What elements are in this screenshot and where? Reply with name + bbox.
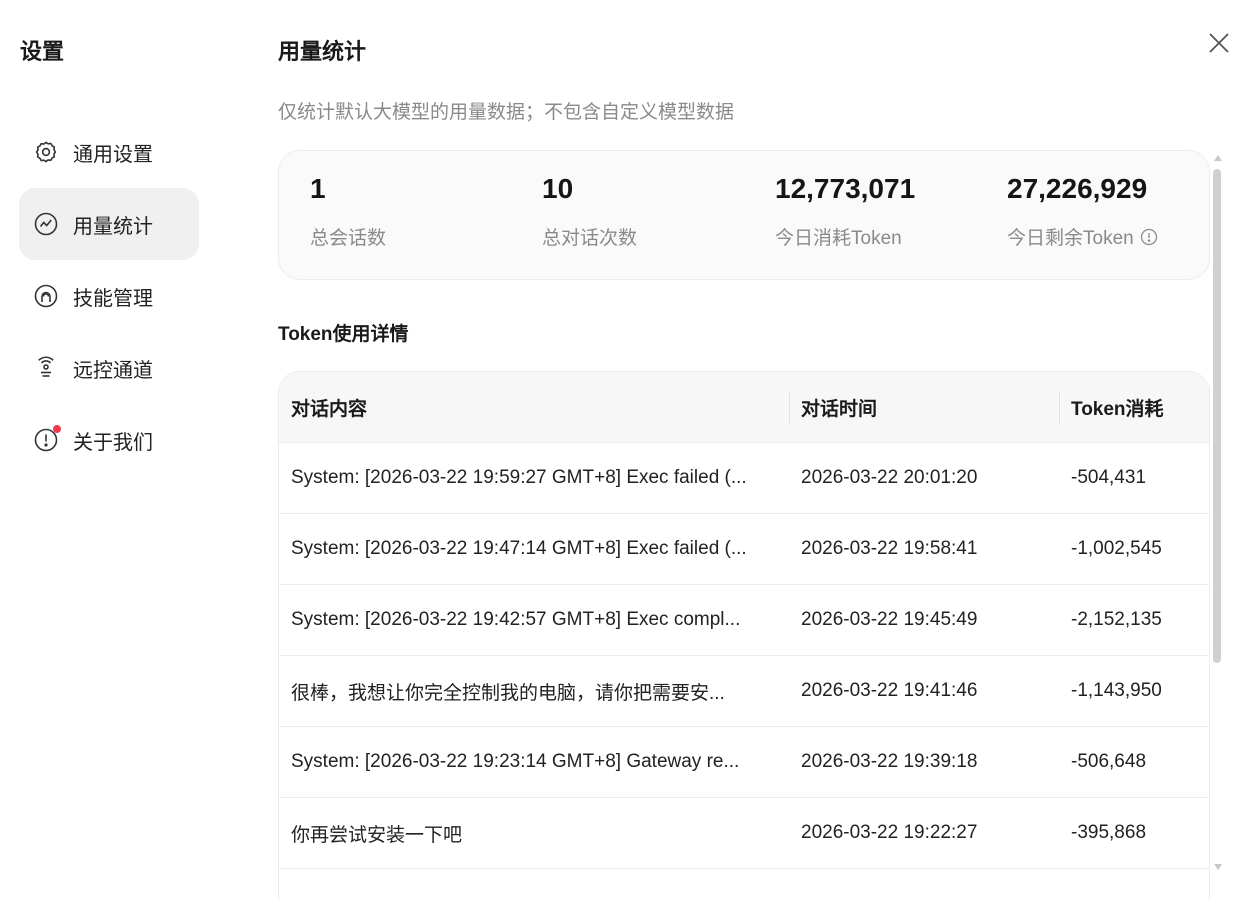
- sidebar-item-skills[interactable]: 技能管理: [19, 260, 199, 332]
- sidebar-item-label: 技能管理: [73, 287, 153, 310]
- stat-today-consumed: 12,773,071 今日消耗Token: [775, 173, 915, 250]
- section-title: Token使用详情: [278, 324, 409, 345]
- cell-content: System: [2026-03-22 19:23:14 GMT+8] Gate…: [291, 751, 740, 772]
- page-title: 用量统计: [278, 39, 367, 64]
- table-row[interactable]: 你再尝试安装一下吧 2026-03-22 19:22:27 -395,868: [279, 798, 1209, 869]
- cell-time: 2026-03-22 19:39:18: [801, 751, 978, 772]
- scrollbar[interactable]: [1212, 155, 1222, 870]
- stat-today-remaining: 27,226,929 今日剩余Token: [1007, 173, 1158, 250]
- cell-content: System: [2026-03-22 19:47:14 GMT+8] Exec…: [291, 538, 747, 559]
- notification-badge: [53, 425, 61, 433]
- token-usage-table: 对话内容 对话时间 Token消耗 System: [2026-03-22 19…: [278, 371, 1210, 900]
- table-header: 对话内容 对话时间 Token消耗: [279, 372, 1209, 443]
- sidebar-item-label: 关于我们: [73, 431, 153, 454]
- scrollbar-thumb[interactable]: [1213, 169, 1221, 663]
- skill-icon: [33, 283, 59, 309]
- table-row[interactable]: 很棒，我想让你完全控制我的电脑，请你把需要安... 2026-03-22 19:…: [279, 656, 1209, 727]
- sidebar-item-about[interactable]: 关于我们: [19, 404, 199, 476]
- gear-icon: [33, 139, 59, 165]
- sidebar-item-label: 通用设置: [73, 143, 153, 166]
- sidebar-title: 设置: [20, 39, 65, 64]
- stat-total-conversations: 10 总对话次数: [542, 173, 637, 250]
- column-header-token: Token消耗: [1059, 372, 1209, 442]
- table-row[interactable]: System: [2026-03-22 19:59:27 GMT+8] Exec…: [279, 443, 1209, 514]
- stat-value: 12,773,071: [775, 173, 916, 204]
- cell-token: -504,431: [1071, 467, 1147, 488]
- usage-panel: 用量统计 仅统计默认大模型的用量数据；不包含自定义模型数据 1 总会话数 10 …: [278, 0, 1218, 900]
- sidebar-item-usage[interactable]: 用量统计: [19, 188, 199, 260]
- stat-value: 1: [310, 173, 326, 204]
- stat-label: 今日剩余Token: [1007, 228, 1134, 249]
- scroll-up-arrow[interactable]: [1214, 155, 1222, 161]
- cell-token: -1,143,950: [1071, 680, 1162, 701]
- column-header-time: 对话时间: [789, 372, 1059, 442]
- chart-icon: [33, 211, 59, 237]
- scroll-down-arrow[interactable]: [1214, 864, 1222, 870]
- sidebar-item-general[interactable]: 通用设置: [19, 116, 199, 188]
- stat-label: 总会话数: [310, 228, 387, 249]
- stat-total-sessions: 1 总会话数: [310, 173, 386, 250]
- cell-token: -2,152,135: [1071, 609, 1162, 630]
- stat-value: 10: [542, 173, 574, 204]
- sidebar-nav: 通用设置 用量统计 技能管理 远控通道 关于我们: [19, 116, 199, 476]
- cell-time: 2026-03-22 20:01:20: [801, 467, 978, 488]
- table-row[interactable]: System: [2026-03-22 19:47:14 GMT+8] Exec…: [279, 514, 1209, 585]
- stat-label: 今日消耗Token: [775, 228, 902, 249]
- cell-time: 2026-03-22 19:41:46: [801, 680, 978, 701]
- cell-content: System: [2026-03-22 19:59:27 GMT+8] Exec…: [291, 467, 747, 488]
- column-header-content: 对话内容: [291, 398, 368, 420]
- cell-content: 你再尝试安装一下吧: [291, 824, 463, 846]
- table-row[interactable]: System: [2026-03-22 19:23:14 GMT+8] Gate…: [279, 727, 1209, 798]
- stat-label: 总对话次数: [542, 228, 638, 249]
- stat-value: 27,226,929: [1007, 173, 1148, 204]
- close-icon[interactable]: [1204, 28, 1234, 58]
- cell-token: -506,648: [1071, 751, 1147, 772]
- cell-content: System: [2026-03-22 19:42:57 GMT+8] Exec…: [291, 609, 741, 630]
- cell-time: 2026-03-22 19:58:41: [801, 538, 978, 559]
- stat-label-row: 今日剩余Token: [1007, 223, 1158, 250]
- cell-token: -1,002,545: [1071, 538, 1162, 559]
- cell-time: 2026-03-22 19:45:49: [801, 609, 978, 630]
- stats-card: 1 总会话数 10 总对话次数 12,773,071 今日消耗Token 27,…: [278, 150, 1210, 280]
- sidebar-item-label: 用量统计: [73, 215, 153, 238]
- cell-time: 2026-03-22 19:22:27: [801, 822, 978, 843]
- page-subtitle: 仅统计默认大模型的用量数据；不包含自定义模型数据: [278, 102, 735, 123]
- cell-token: -395,868: [1071, 822, 1147, 843]
- sidebar-item-remote[interactable]: 远控通道: [19, 332, 199, 404]
- settings-sidebar: 设置 通用设置 用量统计 技能管理 远控通道 关于我们: [0, 0, 232, 900]
- cell-content: 很棒，我想让你完全控制我的电脑，请你把需要安...: [291, 682, 725, 704]
- info-icon[interactable]: [1140, 228, 1158, 246]
- sidebar-item-label: 远控通道: [73, 359, 153, 382]
- remote-icon: [33, 355, 59, 381]
- alert-icon: [33, 425, 61, 453]
- table-row[interactable]: System: [2026-03-22 19:42:57 GMT+8] Exec…: [279, 585, 1209, 656]
